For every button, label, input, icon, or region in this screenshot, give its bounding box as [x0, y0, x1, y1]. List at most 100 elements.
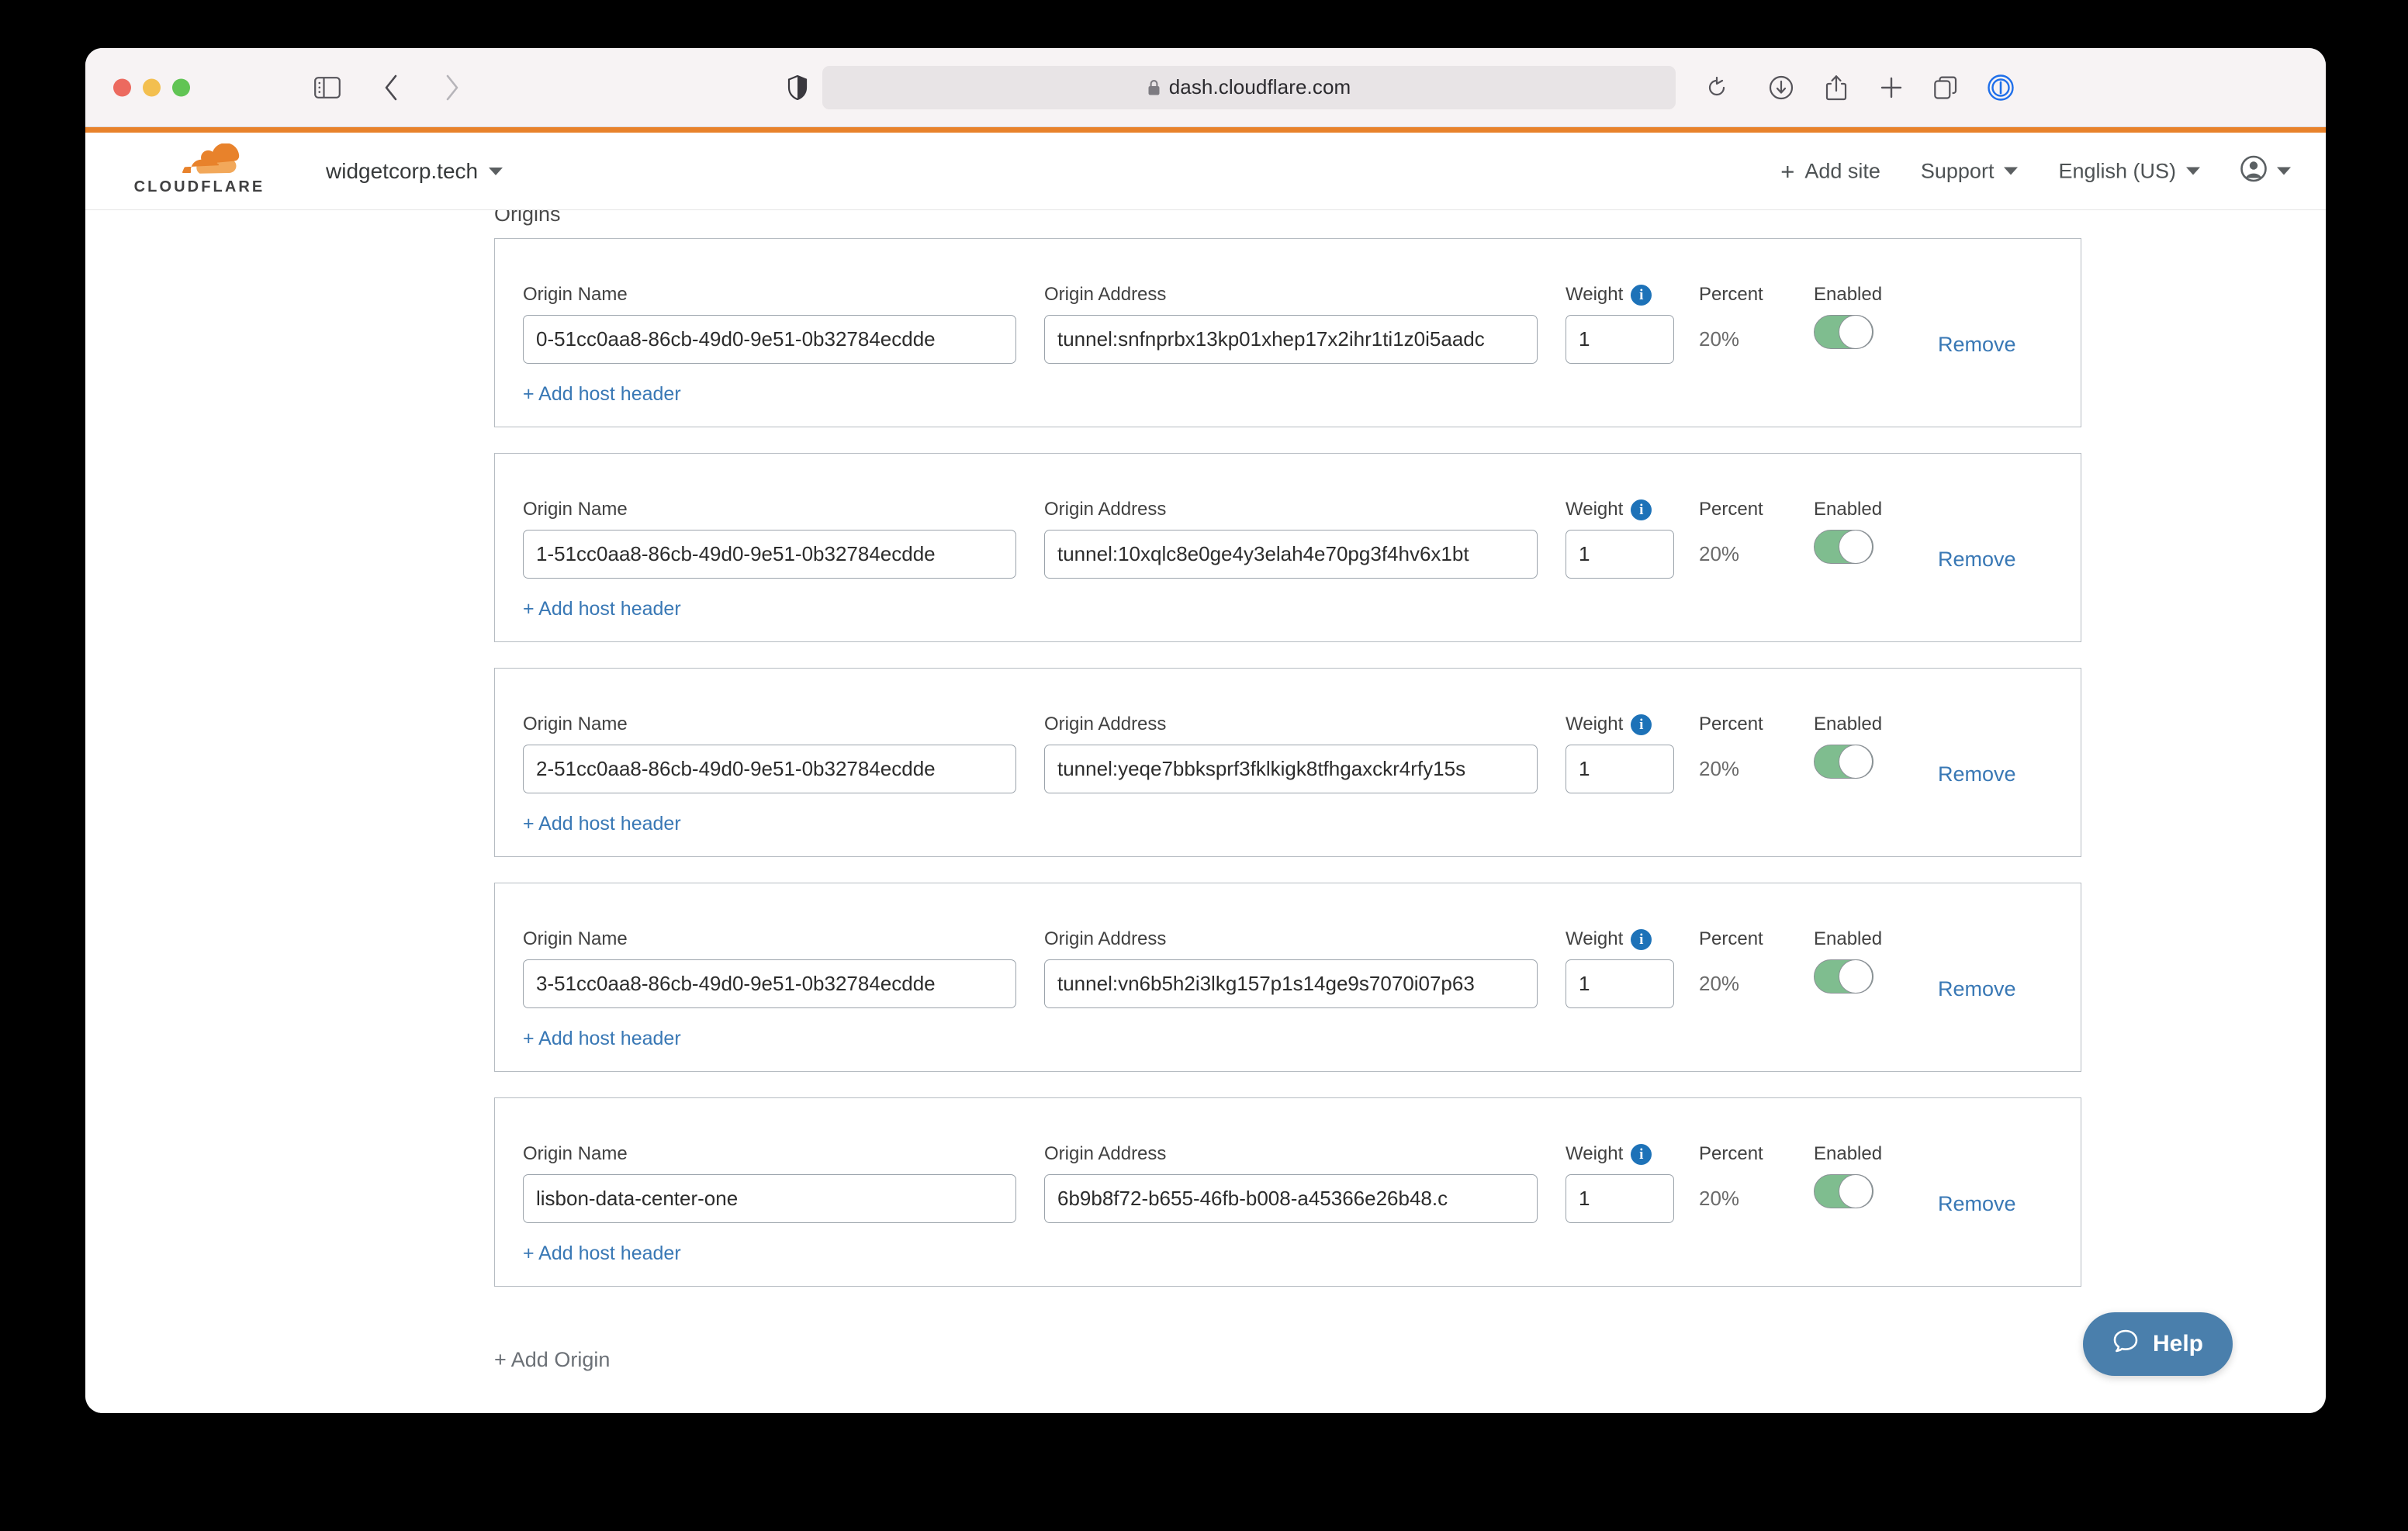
cloudflare-cloud-icon: [152, 143, 247, 181]
header-nav: + Add site Support English (US): [1780, 155, 2291, 187]
origin-name-label: Origin Name: [523, 928, 1016, 950]
help-button[interactable]: Help: [2083, 1312, 2233, 1376]
origin-percent-value: 20%: [1699, 959, 1763, 1008]
origin-percent-value: 20%: [1699, 530, 1763, 579]
origin-percent-field: Percent 20%: [1699, 1143, 1763, 1223]
chevron-down-icon: [2277, 168, 2291, 175]
add-host-header-button[interactable]: + Add host header: [523, 598, 681, 620]
add-host-header-button[interactable]: + Add host header: [523, 813, 681, 835]
add-host-header-button[interactable]: + Add host header: [523, 1242, 681, 1265]
origin-address-input[interactable]: tunnel:vn6b5h2i3lkg157p1s14ge9s7070i07p6…: [1044, 959, 1538, 1008]
info-icon[interactable]: i: [1631, 929, 1652, 950]
origin-card: Origin Name lisbon-data-center-one Origi…: [494, 1097, 2081, 1287]
chat-bubble-icon: [2112, 1328, 2139, 1360]
origin-address-field: Origin Address tunnel:snfnprbx13kp01xhep…: [1044, 284, 1538, 364]
chevron-down-icon: [489, 168, 503, 175]
percent-label: Percent: [1699, 928, 1763, 950]
support-menu[interactable]: Support: [1921, 159, 2019, 183]
origin-enabled-toggle[interactable]: [1814, 315, 1873, 349]
info-icon[interactable]: i: [1631, 499, 1652, 520]
origin-name-input[interactable]: 0-51cc0aa8-86cb-49d0-9e51-0b32784ecdde: [523, 315, 1016, 364]
origin-weight-field: Weight i 1: [1566, 1143, 1674, 1223]
site-selector-label: widgetcorp.tech: [326, 159, 478, 184]
avatar: [2240, 155, 2267, 187]
add-site-button[interactable]: + Add site: [1780, 159, 1880, 183]
privacy-shield-icon[interactable]: [787, 75, 808, 100]
account-menu[interactable]: [2240, 155, 2291, 187]
origin-name-label: Origin Name: [523, 1143, 1016, 1165]
origin-weight-input[interactable]: 1: [1566, 1174, 1674, 1223]
origin-name-input[interactable]: 1-51cc0aa8-86cb-49d0-9e51-0b32784ecdde: [523, 530, 1016, 579]
browser-window: dash.cloudflare.com: [85, 48, 2326, 1413]
origin-name-label: Origin Name: [523, 714, 1016, 735]
add-origin-button[interactable]: + Add Origin: [494, 1348, 610, 1372]
toggle-knob: [1839, 530, 1873, 564]
origin-address-input[interactable]: tunnel:snfnprbx13kp01xhep17x2ihr1ti1z0i5…: [1044, 315, 1538, 364]
origin-enabled-toggle[interactable]: [1814, 745, 1873, 779]
maximize-window-button[interactable]: [172, 78, 190, 96]
share-icon[interactable]: [1825, 74, 1847, 101]
reload-icon[interactable]: [1707, 77, 1727, 98]
forward-chevron-icon[interactable]: [444, 74, 459, 101]
origin-enabled-toggle[interactable]: [1814, 1174, 1873, 1208]
origin-weight-input[interactable]: 1: [1566, 745, 1674, 793]
origin-address-input[interactable]: tunnel:10xqlc8e0ge4y3elah4e70pg3f4hv6x1b…: [1044, 530, 1538, 579]
plus-icon[interactable]: [1880, 76, 1903, 99]
language-menu[interactable]: English (US): [2058, 159, 2200, 183]
origin-enabled-field: Enabled: [1814, 928, 1882, 994]
download-icon[interactable]: [1769, 75, 1794, 100]
origin-percent-field: Percent 20%: [1699, 714, 1763, 793]
origin-address-label: Origin Address: [1044, 1143, 1538, 1165]
remove-origin-button[interactable]: Remove: [1938, 762, 2016, 786]
plus-icon: +: [1780, 159, 1794, 183]
origin-address-input[interactable]: 6b9b8f72-b655-46fb-b008-a45366e26b48.c: [1044, 1174, 1538, 1223]
origin-name-label: Origin Name: [523, 499, 1016, 520]
window-controls: [113, 78, 190, 96]
origin-name-field: Origin Name 2-51cc0aa8-86cb-49d0-9e51-0b…: [523, 714, 1016, 793]
sidebar-icon[interactable]: [314, 77, 341, 98]
info-icon[interactable]: i: [1631, 285, 1652, 306]
info-icon[interactable]: i: [1631, 714, 1652, 735]
extension-icon[interactable]: [1988, 74, 2014, 101]
origin-name-input[interactable]: 3-51cc0aa8-86cb-49d0-9e51-0b32784ecdde: [523, 959, 1016, 1008]
origin-name-field: Origin Name 0-51cc0aa8-86cb-49d0-9e51-0b…: [523, 284, 1016, 364]
enabled-label: Enabled: [1814, 714, 1882, 735]
enabled-label: Enabled: [1814, 1143, 1882, 1165]
site-selector[interactable]: widgetcorp.tech: [326, 159, 503, 184]
origin-percent-field: Percent 20%: [1699, 928, 1763, 1008]
origin-weight-input[interactable]: 1: [1566, 959, 1674, 1008]
add-host-header-button[interactable]: + Add host header: [523, 1028, 681, 1050]
info-icon[interactable]: i: [1631, 1144, 1652, 1165]
tab-overview-icon[interactable]: [1934, 76, 1957, 99]
origin-address-input[interactable]: tunnel:yeqe7bbksprf3fklkigk8tfhgaxckr4rf…: [1044, 745, 1538, 793]
origin-percent-value: 20%: [1699, 745, 1763, 793]
remove-origin-button[interactable]: Remove: [1938, 1192, 2016, 1216]
remove-origin-button[interactable]: Remove: [1938, 333, 2016, 357]
weight-label: Weight: [1566, 284, 1623, 306]
origin-enabled-toggle[interactable]: [1814, 959, 1873, 994]
origin-name-field: Origin Name 1-51cc0aa8-86cb-49d0-9e51-0b…: [523, 499, 1016, 579]
toggle-knob: [1839, 1174, 1873, 1208]
language-label: English (US): [2058, 159, 2176, 183]
origin-card: Origin Name 2-51cc0aa8-86cb-49d0-9e51-0b…: [494, 668, 2081, 857]
add-site-label: Add site: [1804, 159, 1880, 183]
cloudflare-logo[interactable]: CLOUDFLARE: [114, 143, 285, 196]
minimize-window-button[interactable]: [143, 78, 161, 96]
origin-name-field: Origin Name 3-51cc0aa8-86cb-49d0-9e51-0b…: [523, 928, 1016, 1008]
origin-name-input[interactable]: lisbon-data-center-one: [523, 1174, 1016, 1223]
origin-name-label: Origin Name: [523, 284, 1016, 306]
origin-card: Origin Name 0-51cc0aa8-86cb-49d0-9e51-0b…: [494, 238, 2081, 427]
add-host-header-button[interactable]: + Add host header: [523, 383, 681, 406]
origin-percent-field: Percent 20%: [1699, 284, 1763, 364]
origin-enabled-toggle[interactable]: [1814, 530, 1873, 564]
close-window-button[interactable]: [113, 78, 131, 96]
origin-weight-input[interactable]: 1: [1566, 315, 1674, 364]
back-chevron-icon[interactable]: [384, 74, 400, 101]
address-bar[interactable]: dash.cloudflare.com: [822, 66, 1676, 109]
enabled-label: Enabled: [1814, 284, 1882, 306]
remove-origin-button[interactable]: Remove: [1938, 548, 2016, 572]
origin-name-input[interactable]: 2-51cc0aa8-86cb-49d0-9e51-0b32784ecdde: [523, 745, 1016, 793]
origin-weight-input[interactable]: 1: [1566, 530, 1674, 579]
origin-percent-field: Percent 20%: [1699, 499, 1763, 579]
remove-origin-button[interactable]: Remove: [1938, 977, 2016, 1001]
